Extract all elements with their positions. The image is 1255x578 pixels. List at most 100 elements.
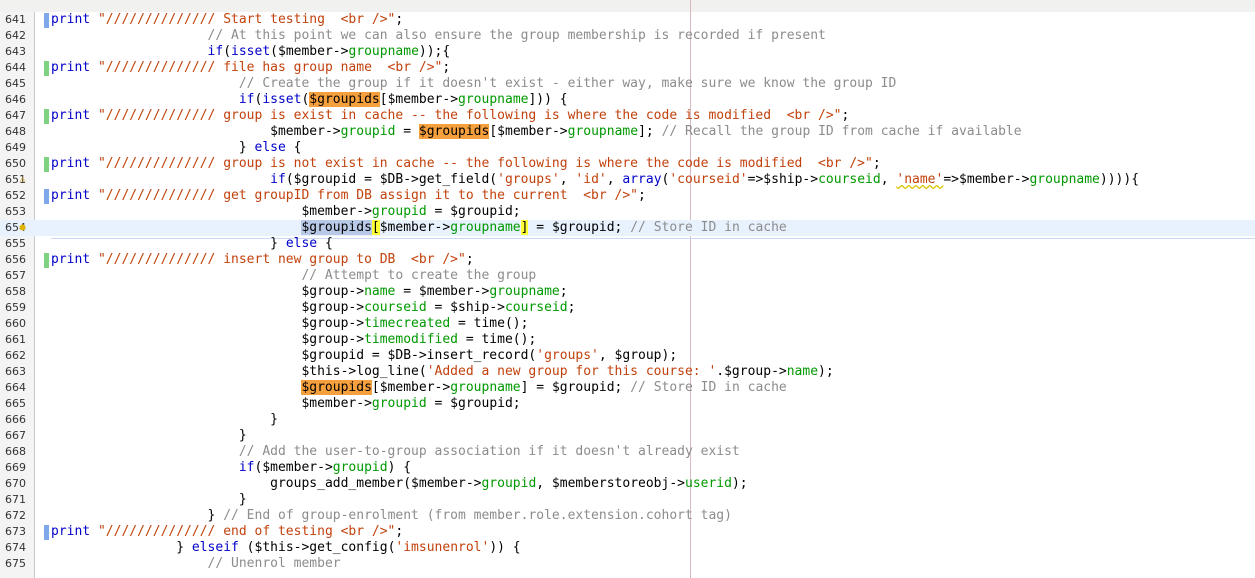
code-line[interactable]: 672 } // End of group-enrolment (from me… [0,508,1255,524]
code-text[interactable]: // Create the group if it doesn't exist … [51,76,896,92]
code-line[interactable]: 667 } [0,428,1255,444]
code-line[interactable]: 650 print "////////////// group is not ex… [0,156,1255,172]
token: [$member-> [371,380,451,395]
code-text[interactable]: } else { [51,236,333,252]
code-text[interactable]: $member->groupid = $groupid; [51,204,520,220]
code-text[interactable]: // At this point we can also ensure the … [51,28,826,44]
code-text[interactable]: } elseif ($this->get_config('imsunenrol'… [51,540,520,556]
code-line[interactable]: 660 $group->timecreated = time(); [0,316,1255,332]
line-number: 662 [5,349,26,362]
code-text[interactable]: // Unenrol member [51,556,341,572]
warn-icon[interactable]: ⚠ [17,174,28,186]
code-line[interactable]: 675 // Unenrol member [0,556,1255,572]
code-text[interactable]: $group->timemodified = time(); [51,332,536,348]
code-line[interactable]: 656 print "////////////// insert new grou… [0,252,1255,268]
code-line[interactable]: 657 // Attempt to create the group [0,268,1255,284]
code-line[interactable]: 664 $groupids[$member->groupname] = $gro… [0,380,1255,396]
code-line[interactable]: 652 print "////////////// get groupID fro… [0,188,1255,204]
code-text[interactable]: print "////////////// Start testing <br … [51,12,411,28]
token: 'imsunenrol' [395,540,490,555]
line-number: 652 [5,189,26,202]
token: if [238,460,255,475]
token: isset [262,92,302,107]
code-text[interactable]: if($groupid = $DB->get_field('groups', '… [51,172,1139,188]
code-text[interactable]: print "////////////// group is exist in … [51,108,849,124]
code-text[interactable]: print "////////////// end of testing <br… [51,524,403,540]
code-line[interactable]: 647 print "////////////// group is exist … [0,108,1255,124]
code-line[interactable]: 646 if(isset($groupids[$member->groupnam… [0,92,1255,108]
code-line[interactable]: 649 } else { [0,140,1255,156]
code-text[interactable]: $group->courseid = $ship->courseid; [51,300,575,316]
code-text[interactable]: } else { [51,140,302,156]
code-line[interactable]: 673 print "////////////// end of testing … [0,524,1255,540]
code-line[interactable]: 651 ⚠ if($groupid = $DB->get_field('group… [0,172,1255,188]
token: 'courseid' [669,172,748,187]
code-text[interactable]: } [51,428,247,444]
token: // Store ID in cache [630,380,787,395]
code-line[interactable]: 669 if($member->groupid) { [0,460,1255,476]
code-text[interactable]: $groupid = $DB->insert_record('groups', … [51,348,677,364]
code-line[interactable]: 659 $group->courseid = $ship->courseid; [0,300,1255,316]
code-line[interactable]: 670 groups_add_member($member->groupid, … [0,476,1255,492]
code-text[interactable]: $groupids[$member->groupname] = $groupid… [51,220,787,236]
code-text[interactable]: print "////////////// insert new group t… [51,252,474,268]
token: = time(); [450,316,529,331]
code-line[interactable]: 645 // Create the group if it doesn't ex… [0,76,1255,92]
token: ]; [638,124,662,139]
code-text[interactable]: print "////////////// get groupID from D… [51,188,646,204]
code-text[interactable]: if(isset($groupids[$member->groupname]))… [51,92,568,108]
line-number: 648 [5,125,26,138]
code-text[interactable]: $this->log_line('Added a new group for t… [51,364,833,380]
code-line[interactable]: 643 if(isset($member->groupname));{ [0,44,1255,60]
change-marker [44,189,49,204]
code-line[interactable]: 666 } [0,412,1255,428]
code-line[interactable]: 655 } else { [0,236,1255,252]
code-editor[interactable]: 641 print "////////////// Start testing <… [0,0,1255,578]
code-line[interactable]: 644 print "////////////// file has group … [0,60,1255,76]
code-text[interactable]: $member->groupid = $groupids[$member->gr… [51,124,1022,140]
code-text[interactable]: print "////////////// file has group nam… [51,60,450,76]
code-text[interactable]: $member->groupid = $groupid; [51,396,520,412]
token: $groupid = $DB->insert_record( [301,348,537,363]
code-text[interactable]: print "////////////// group is not exist… [51,156,881,172]
code-line[interactable]: 671 } [0,492,1255,508]
code-lines: 641 print "////////////// Start testing <… [0,12,1255,572]
code-text[interactable]: if($member->groupid) { [51,460,411,476]
code-line[interactable]: 654 ● $groupids[$member->groupname] = $gr… [0,220,1255,236]
token: $groupids [301,220,372,235]
code-line[interactable]: 665 $member->groupid = $groupid; [0,396,1255,412]
code-text[interactable]: // Add the user-to-group association if … [51,444,740,460]
token: $group-> [301,300,365,315]
code-line[interactable]: 653 $member->groupid = $groupid; [0,204,1255,220]
code-text[interactable]: } [51,412,278,428]
line-number: 647 [5,109,26,122]
code-text[interactable]: $group->timecreated = time(); [51,316,528,332]
hint-icon[interactable]: ● [17,222,28,234]
code-line[interactable]: 641 print "////////////// Start testing <… [0,12,1255,28]
code-line[interactable]: 662 $groupid = $DB->insert_record('group… [0,348,1255,364]
code-text[interactable]: $group->name = $member->groupname; [51,284,567,300]
code-text[interactable]: // Attempt to create the group [51,268,536,284]
token: ; [395,524,404,539]
code-line[interactable]: 661 $group->timemodified = time(); [0,332,1255,348]
code-text[interactable]: if(isset($member->groupname));{ [51,44,451,60]
code-text[interactable]: $groupids[$member->groupname] = $groupid… [51,380,787,396]
code-text[interactable]: } [51,492,247,508]
code-line[interactable]: 674 } elseif ($this->get_config('imsunen… [0,540,1255,556]
code-line[interactable]: 642 // At this point we can also ensure … [0,28,1255,44]
code-text[interactable]: groups_add_member($member->groupid, $mem… [51,476,747,492]
line-number: 649 [5,141,26,154]
code-line[interactable]: 668 // Add the user-to-group association… [0,444,1255,460]
token: print [51,60,98,75]
code-line[interactable]: 663 $this->log_line('Added a new group f… [0,364,1255,380]
line-number: 658 [5,285,26,298]
token: { [285,140,302,155]
code-text[interactable]: } // End of group-enrolment (from member… [51,508,732,524]
code-line[interactable]: 658 $group->name = $member->groupname; [0,284,1255,300]
code-line[interactable]: 648 $member->groupid = $groupids[$member… [0,124,1255,140]
change-marker [44,13,49,28]
token: groupname [458,92,529,107]
